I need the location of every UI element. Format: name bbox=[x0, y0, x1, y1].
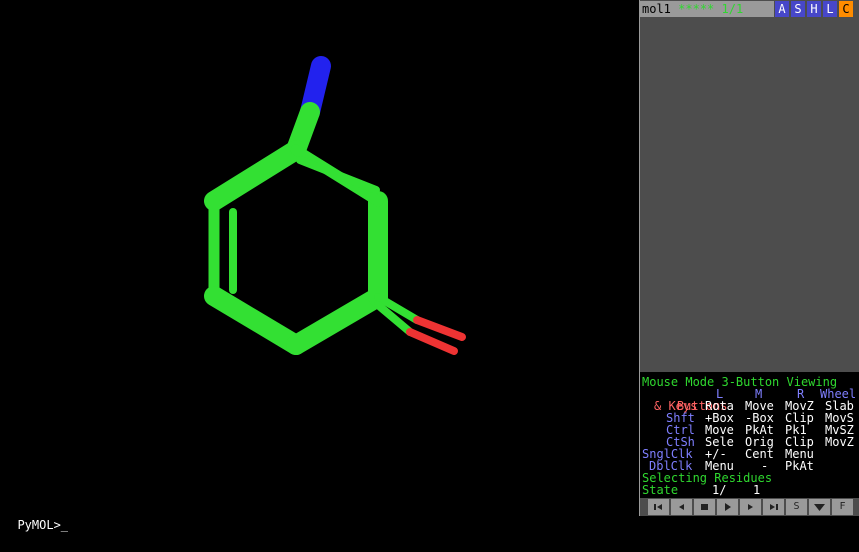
object-name: mol1 bbox=[642, 2, 671, 16]
command-input[interactable] bbox=[55, 498, 615, 516]
bond-c3-c4 bbox=[204, 286, 306, 355]
mouse-mode-title[interactable]: Mouse Mode 3-Button Viewing bbox=[642, 376, 837, 388]
scene-down-icon bbox=[814, 504, 825, 511]
object-row-mol1[interactable]: mol1 ***** 1/1 A S H L C bbox=[640, 1, 859, 17]
play-icon bbox=[725, 503, 731, 511]
mouse-mode-panel[interactable]: Mouse Mode 3-Button Viewing Buttons L M … bbox=[640, 372, 859, 498]
scene-down-button[interactable] bbox=[809, 499, 830, 515]
panel-divider[interactable] bbox=[639, 0, 640, 516]
command-line[interactable]: PyMOL>_ bbox=[0, 498, 639, 532]
state-total: 1 bbox=[753, 483, 761, 497]
prev-frame-button[interactable] bbox=[671, 499, 692, 515]
hide-button[interactable]: H bbox=[807, 1, 821, 17]
full-screen-button[interactable]: F bbox=[832, 499, 853, 515]
bond-c4-c5 bbox=[286, 287, 388, 355]
play-button[interactable] bbox=[717, 499, 738, 515]
label-button[interactable]: L bbox=[823, 1, 837, 17]
first-frame-icon bbox=[654, 504, 662, 510]
row-dbl-r: PkAt bbox=[785, 459, 814, 473]
action-button[interactable]: A bbox=[775, 1, 789, 17]
molecule-render bbox=[204, 56, 466, 355]
scene-s-button[interactable]: S bbox=[786, 499, 807, 515]
object-state-info: ***** 1/1 bbox=[678, 2, 744, 16]
stop-icon bbox=[701, 504, 708, 510]
playback-controls: S F bbox=[640, 498, 859, 516]
last-frame-icon bbox=[770, 504, 778, 510]
next-frame-button[interactable] bbox=[740, 499, 761, 515]
last-frame-button[interactable] bbox=[763, 499, 784, 515]
next-frame-icon bbox=[748, 504, 753, 510]
show-button[interactable]: S bbox=[791, 1, 805, 17]
color-button[interactable]: C bbox=[839, 1, 853, 17]
stop-button[interactable] bbox=[694, 499, 715, 515]
command-prompt: PyMOL>_ bbox=[17, 518, 69, 532]
state-label: State bbox=[642, 483, 679, 497]
row-ctsh-wheel: MovZ bbox=[825, 435, 854, 449]
bond-c1-c2 bbox=[204, 140, 306, 211]
prev-frame-icon bbox=[679, 504, 684, 510]
row-sngl-m: Cent bbox=[745, 447, 774, 461]
state-value: 1/ bbox=[712, 483, 727, 497]
molecule-viewport[interactable] bbox=[0, 0, 639, 498]
object-name-button[interactable]: mol1 ***** 1/1 bbox=[640, 1, 774, 17]
first-frame-button[interactable] bbox=[648, 499, 669, 515]
